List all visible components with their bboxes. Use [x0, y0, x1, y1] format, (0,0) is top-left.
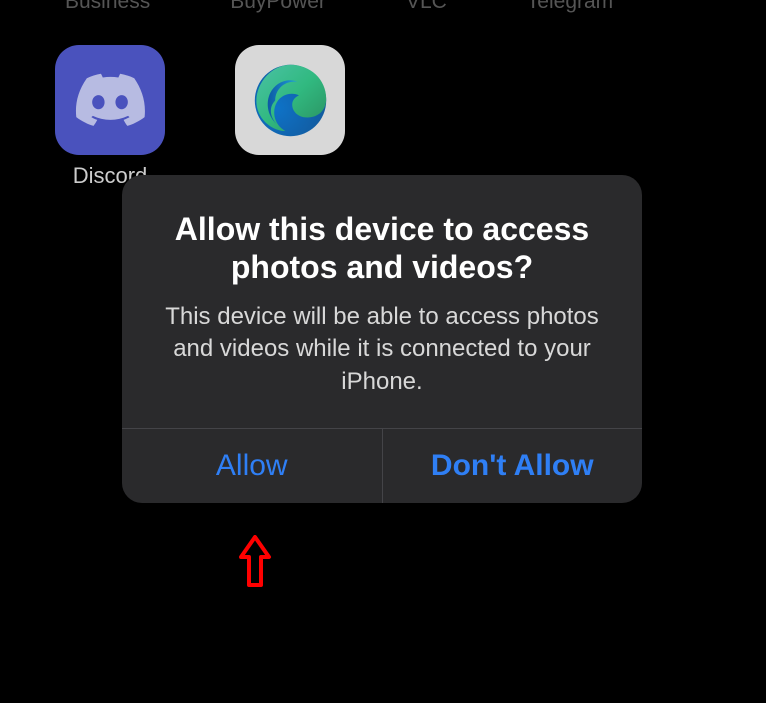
edge-icon [235, 45, 345, 155]
app-label-buypower: BuyPower [230, 0, 326, 14]
app-row: Discord [0, 0, 766, 189]
annotation-arrow-icon [235, 535, 275, 595]
dialog-buttons: Allow Don't Allow [122, 428, 642, 503]
dont-allow-button[interactable]: Don't Allow [382, 429, 643, 503]
dialog-body: Allow this device to access photos and v… [122, 175, 642, 428]
dialog-title: Allow this device to access photos and v… [150, 210, 614, 287]
edge-logo-icon [248, 58, 333, 143]
discord-icon [55, 45, 165, 155]
app-label-business: Business [65, 0, 150, 14]
allow-button[interactable]: Allow [122, 429, 382, 503]
dialog-message: This device will be able to access photo… [150, 301, 614, 398]
app-label-vlc: VLC [406, 0, 447, 14]
app-discord[interactable]: Discord [55, 45, 165, 189]
discord-logo-icon [75, 73, 145, 128]
app-label-telegram: Telegram [527, 0, 613, 14]
app-edge[interactable] [235, 45, 345, 189]
permission-dialog: Allow this device to access photos and v… [122, 175, 642, 503]
top-app-labels: Business BuyPower VLC Telegram [0, 0, 678, 14]
